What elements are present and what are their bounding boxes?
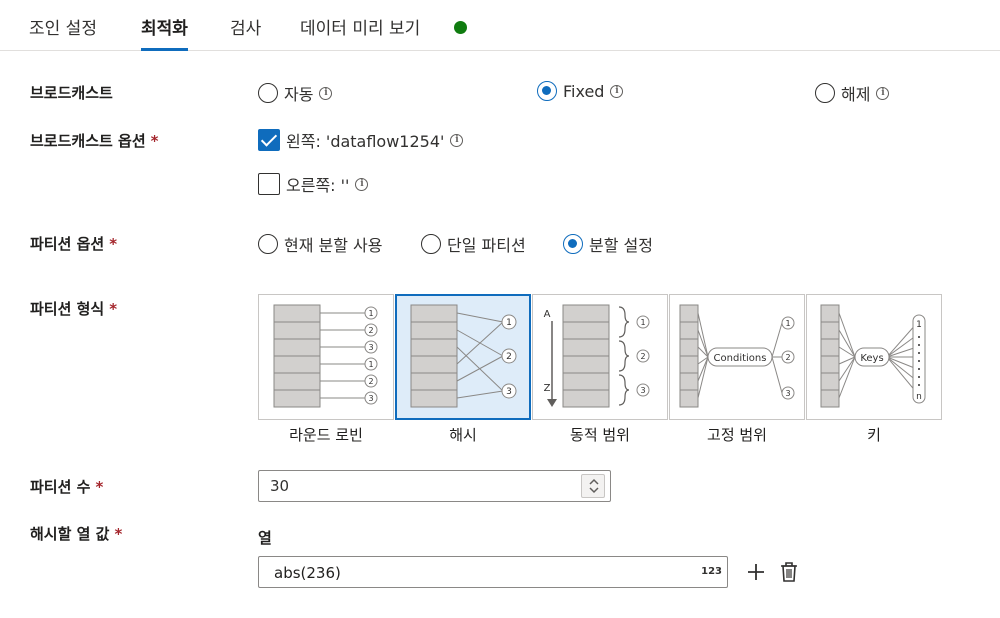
tab-bar: 조인 설정 최적화 검사 데이터 미리 보기: [0, 0, 1000, 51]
number-type-tag: 123: [701, 566, 722, 577]
trash-icon[interactable]: [779, 561, 799, 587]
partition-type-fixed-range[interactable]: Conditions 1 2 3: [669, 294, 805, 420]
radio-circle: [258, 83, 278, 103]
tab-optimize[interactable]: 최적화: [141, 14, 188, 51]
svg-text:3: 3: [640, 386, 645, 395]
plus-icon[interactable]: [746, 562, 766, 586]
radio-use-current-partition[interactable]: 현재 분할 사용: [258, 232, 383, 256]
info-icon[interactable]: i: [355, 177, 369, 191]
partition-type-round-robin[interactable]: 1 2 3 1 2 3: [258, 294, 394, 420]
partition-type-hash[interactable]: 1 2 3: [395, 294, 531, 420]
svg-text:1: 1: [368, 309, 373, 318]
hash-column-expression-input[interactable]: abs(236) 123: [258, 556, 728, 588]
svg-text:1: 1: [785, 319, 790, 328]
svg-text:1: 1: [506, 318, 512, 328]
partition-type-key[interactable]: Keys 1 n: [806, 294, 942, 420]
radio-broadcast-auto[interactable]: 자동 i: [258, 81, 333, 105]
svg-text:Z: Z: [544, 383, 551, 394]
svg-text:2: 2: [506, 352, 512, 362]
round-robin-diagram: 1 2 3 1 2 3: [273, 304, 378, 408]
hash-diagram: 1 2 3: [410, 304, 517, 408]
broadcast-options-label: 브로드캐스트 옵션 *: [30, 132, 159, 150]
chevron-down-icon: [589, 487, 599, 494]
radio-broadcast-off[interactable]: 해제 i: [815, 81, 890, 105]
info-icon[interactable]: i: [876, 86, 890, 100]
fixed-range-diagram: Conditions 1 2 3: [679, 304, 795, 408]
number-stepper[interactable]: [581, 474, 605, 498]
svg-text:Keys: Keys: [860, 353, 883, 364]
svg-text:Conditions: Conditions: [714, 353, 767, 364]
hash-columns-label: 해시할 열 값 *: [30, 525, 123, 543]
partition-count-input[interactable]: 30: [258, 470, 611, 502]
svg-text:3: 3: [785, 389, 790, 398]
checkbox-broadcast-left[interactable]: 왼쪽: 'dataflow1254' i: [258, 128, 464, 152]
tab-inspect[interactable]: 검사: [230, 14, 261, 51]
radio-circle-selected: [563, 234, 583, 254]
info-icon[interactable]: i: [610, 84, 624, 98]
label-round-robin: 라운드 로빈: [289, 426, 363, 444]
svg-text:1: 1: [640, 318, 645, 327]
partition-type-label: 파티션 형식 *: [30, 300, 118, 318]
label-hash: 해시: [449, 426, 477, 444]
radio-circle: [815, 83, 835, 103]
tab-data-preview[interactable]: 데이터 미리 보기: [300, 14, 420, 51]
column-header: 열: [258, 529, 272, 547]
svg-text:2: 2: [640, 352, 645, 361]
radio-circle: [258, 234, 278, 254]
svg-text:A: A: [544, 309, 551, 320]
svg-text:1: 1: [368, 360, 373, 369]
svg-text:2: 2: [368, 377, 373, 386]
radio-broadcast-fixed[interactable]: Fixed i: [537, 81, 624, 101]
info-icon[interactable]: i: [319, 86, 333, 100]
info-icon[interactable]: i: [450, 133, 464, 147]
dynamic-range-diagram: A Z 1 2 3: [544, 304, 650, 408]
check-icon: [258, 129, 280, 151]
label-fixed-range: 고정 범위: [707, 426, 767, 444]
chevron-up-icon: [589, 478, 599, 485]
broadcast-label: 브로드캐스트: [30, 84, 113, 102]
svg-text:2: 2: [368, 326, 373, 335]
partition-count-label: 파티션 수 *: [30, 478, 104, 496]
tab-join-settings[interactable]: 조인 설정: [29, 14, 97, 51]
label-key: 키: [867, 426, 881, 444]
svg-text:3: 3: [368, 343, 373, 352]
svg-text:3: 3: [506, 387, 512, 397]
radio-set-partitioning[interactable]: 분할 설정: [563, 232, 653, 256]
radio-circle-selected: [537, 81, 557, 101]
radio-single-partition[interactable]: 단일 파티션: [421, 232, 526, 256]
checkbox-empty: [258, 173, 280, 195]
svg-text:3: 3: [368, 394, 373, 403]
svg-text:1: 1: [916, 320, 922, 330]
svg-text:2: 2: [785, 353, 790, 362]
checkbox-broadcast-right[interactable]: 오른쪽: '' i: [258, 172, 369, 196]
radio-circle: [421, 234, 441, 254]
partition-type-dynamic-range[interactable]: A Z 1 2 3: [532, 294, 668, 420]
key-diagram: Keys 1 n: [820, 304, 926, 408]
status-dot: [454, 21, 467, 34]
partition-option-label: 파티션 옵션 *: [30, 235, 118, 253]
svg-text:n: n: [916, 392, 922, 402]
label-dynamic-range: 동적 범위: [570, 426, 630, 444]
